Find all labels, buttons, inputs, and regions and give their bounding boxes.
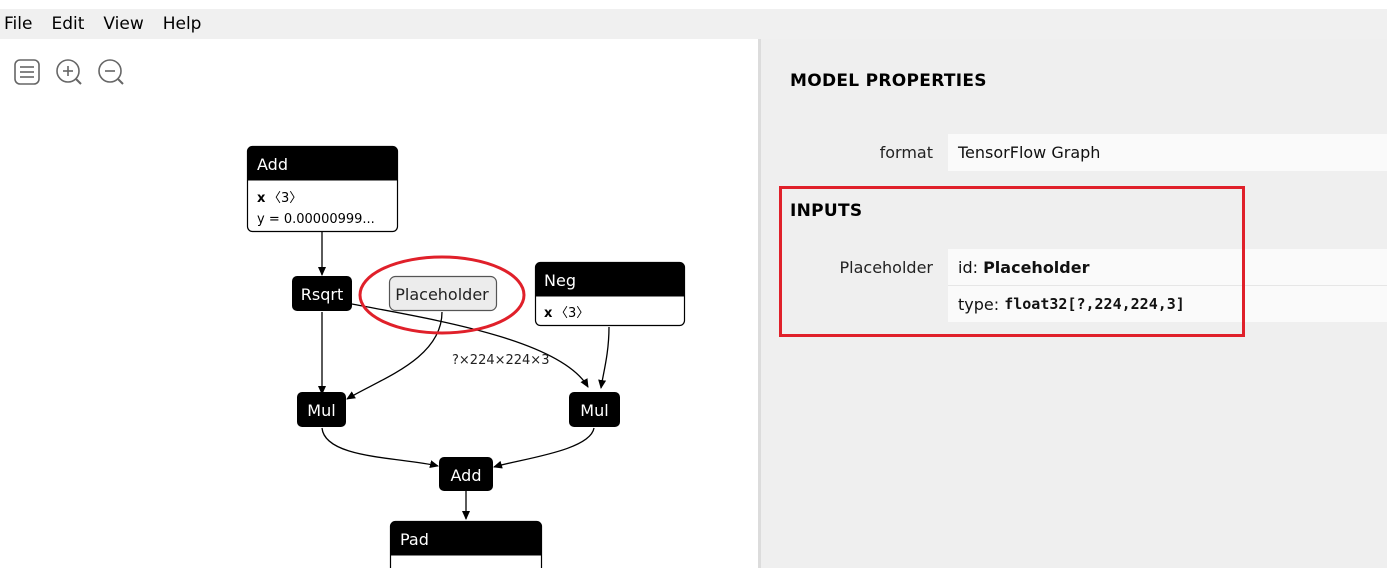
format-value-text: TensorFlow Graph [958, 143, 1101, 162]
format-label: format [879, 143, 933, 162]
node-rsqrt[interactable]: Rsqrt [292, 276, 352, 311]
node-add-top[interactable]: Add x 〈3〉 y = 0.00000999... [246, 145, 399, 233]
node-mul-right-title: Mul [580, 401, 608, 420]
properties-pane: MODEL PROPERTIES format TensorFlow Graph… [761, 39, 1387, 568]
edge-label-shape: ?×224×224×3 [452, 353, 549, 368]
node-pad[interactable]: Pad [389, 520, 543, 568]
menu-help[interactable]: Help [159, 14, 211, 34]
node-mul-left-title: Mul [307, 401, 335, 420]
node-rsqrt-title: Rsqrt [301, 285, 343, 304]
node-placeholder[interactable]: Placeholder [388, 275, 498, 312]
model-properties-title: MODEL PROPERTIES [790, 71, 987, 91]
edge-neg-mul-right [598, 326, 610, 389]
node-mul-left[interactable]: Mul [297, 392, 346, 427]
format-value: TensorFlow Graph [948, 134, 1387, 171]
node-pad-title: Pad [400, 530, 429, 549]
graph-canvas[interactable]: ?×224×224×3 Add x 〈3〉 y = 0.00000999... … [0, 39, 758, 568]
node-neg-attr-x-name: x [544, 306, 553, 321]
menubar: File Edit View Help [0, 9, 1387, 39]
node-add-top-attr-y: y = 0.00000999... [257, 212, 375, 227]
graph-pane[interactable]: ?×224×224×3 Add x 〈3〉 y = 0.00000999... … [0, 39, 758, 568]
node-add-top-attr-x-value: 〈3〉 [268, 191, 302, 206]
node-neg-title: Neg [544, 271, 576, 290]
node-add-bottom-title: Add [451, 466, 482, 485]
menu-file[interactable]: File [0, 14, 41, 34]
inputs-highlight-box [779, 186, 1245, 337]
node-add-top-title: Add [257, 155, 288, 174]
node-placeholder-title: Placeholder [395, 285, 489, 304]
window-top-strip [0, 0, 1387, 9]
node-add-top-attr-x-name: x [257, 191, 266, 206]
menu-edit[interactable]: Edit [47, 14, 93, 34]
node-neg[interactable]: Neg x 〈3〉 [534, 261, 686, 327]
menu-view[interactable]: View [99, 14, 152, 34]
edge-mul-left-add [321, 427, 439, 469]
node-add-bottom[interactable]: Add [439, 457, 493, 491]
edge-mul-right-add [493, 427, 595, 469]
node-mul-right[interactable]: Mul [569, 392, 620, 427]
node-neg-attr-x-value: 〈3〉 [555, 306, 589, 321]
